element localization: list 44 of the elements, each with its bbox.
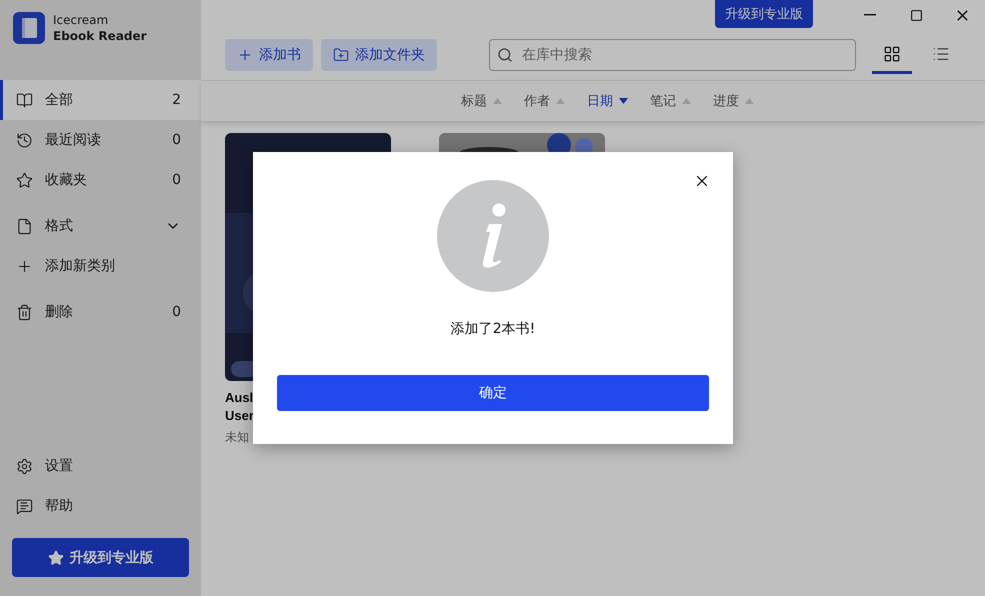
confirm-button[interactable]: 确定 — [277, 375, 709, 411]
sort-caret-icon — [619, 98, 628, 104]
folder-plus-icon — [333, 47, 349, 63]
settings-icon — [16, 458, 33, 474]
sidebar-item[interactable]: 帮助 — [0, 486, 201, 526]
minimize-icon — [864, 14, 876, 16]
upgrade-button[interactable]: 升级到专业版 — [12, 538, 189, 577]
book-author: 未知 — [225, 429, 250, 446]
sort-caret-icon — [745, 98, 754, 104]
sort-column[interactable]: 笔记 — [650, 92, 691, 110]
sort-caret-icon — [682, 98, 691, 104]
dialog-message: 添加了2本书! — [450, 320, 536, 338]
sidebar-item[interactable]: 最近阅读 0 — [0, 120, 201, 160]
star-icon — [48, 550, 64, 566]
upgrade-button[interactable]: 升级到专业版 — [715, 0, 813, 28]
sort-column[interactable]: 标题 — [461, 92, 502, 110]
app-name: Icecream Ebook Reader — [53, 12, 147, 44]
plus-icon — [237, 47, 253, 63]
search-field[interactable]: 在库中搜索 — [489, 39, 856, 71]
sort-column[interactable]: 日期 — [587, 92, 628, 110]
logo-icon — [13, 12, 45, 44]
sort-caret-icon — [493, 98, 502, 104]
sidebar-item[interactable]: 全部 2 — [0, 80, 201, 120]
sidebar-item[interactable]: 格式 — [0, 206, 201, 246]
trash-icon — [16, 304, 33, 320]
sidebar-item[interactable]: 删除 0 — [0, 292, 201, 332]
file-icon — [16, 218, 33, 234]
sidebar-item[interactable]: 收藏夹 0 — [0, 160, 201, 200]
sort-column[interactable]: 作者 — [524, 92, 565, 110]
add-folder-button[interactable]: 添加文件夹 — [321, 39, 437, 71]
sort-column[interactable]: 进度 — [713, 92, 754, 110]
sidebar-item[interactable]: 设置 — [0, 446, 201, 486]
sidebar-item[interactable]: 添加新类别 — [0, 246, 201, 286]
book-title: Ausl User — [225, 389, 255, 425]
add-book-button[interactable]: 添加书 — [225, 39, 313, 71]
book-icon — [16, 92, 33, 108]
star-icon — [16, 172, 33, 188]
sort-caret-icon — [556, 98, 565, 104]
info-icon — [437, 180, 549, 292]
maximize-icon — [910, 8, 922, 22]
grid-icon — [882, 44, 901, 62]
history-icon — [16, 132, 33, 148]
help-icon — [16, 498, 33, 514]
search-icon — [497, 47, 513, 63]
